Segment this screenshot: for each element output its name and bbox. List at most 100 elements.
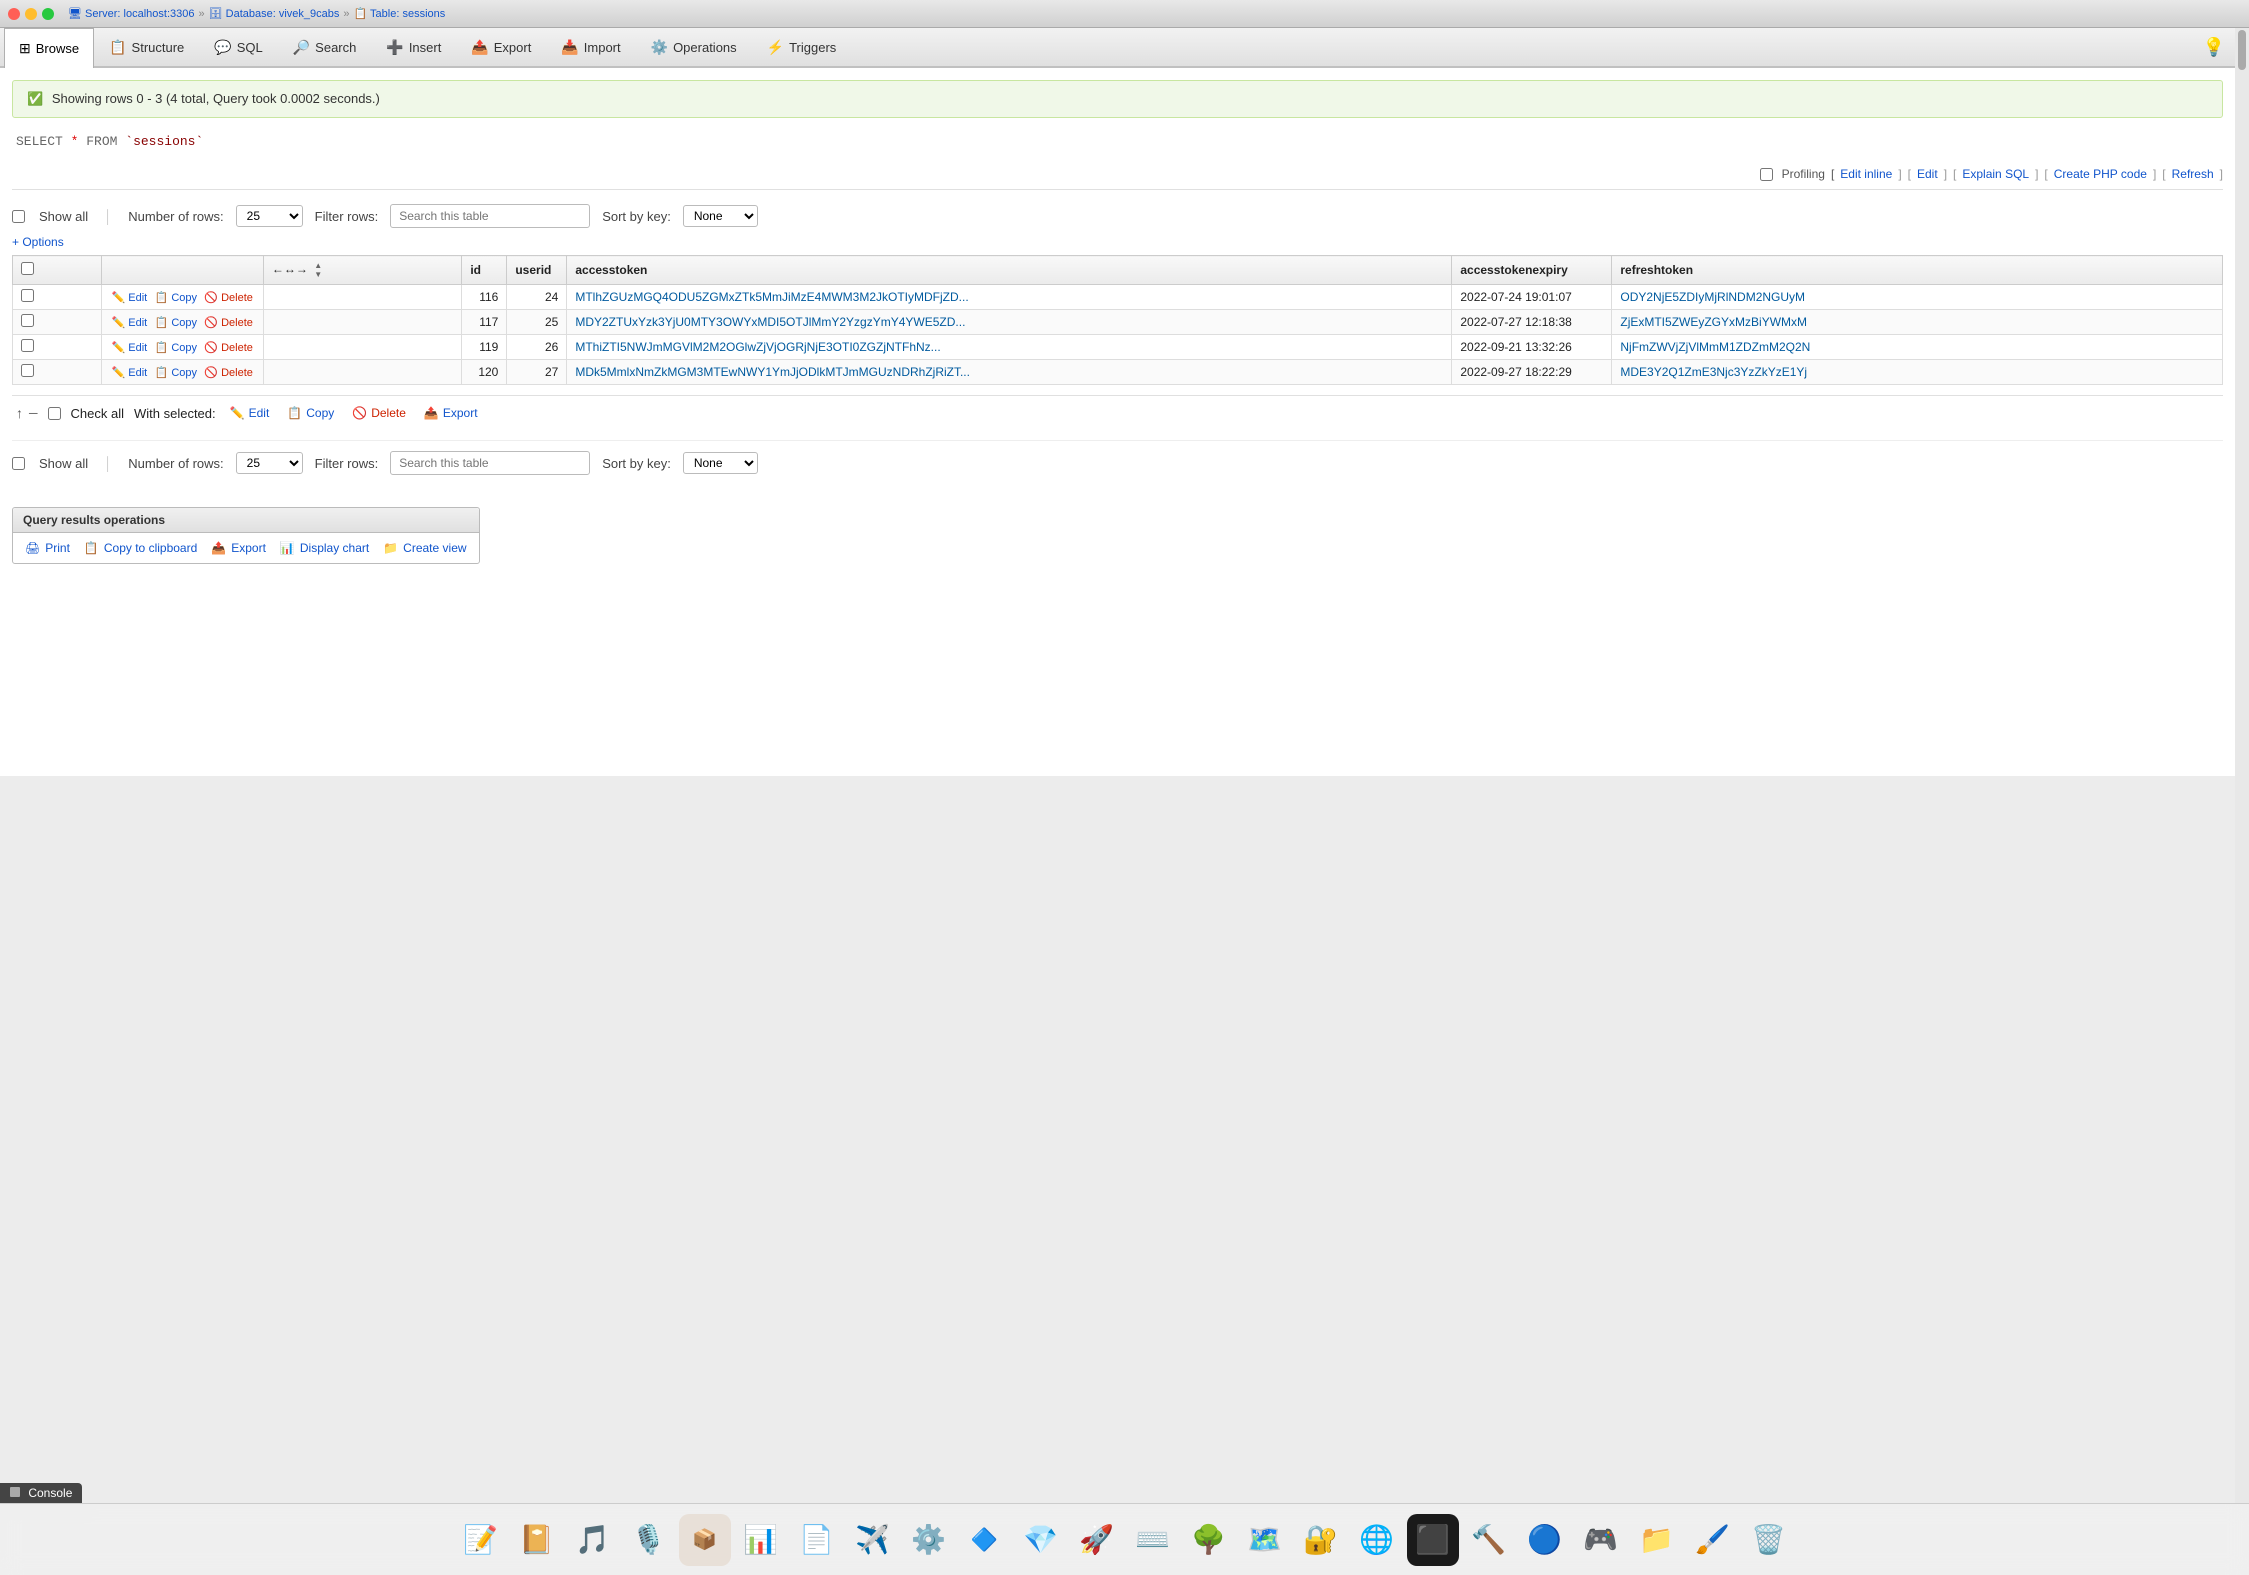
profiling-php-link[interactable]: Create PHP code — [2054, 167, 2147, 181]
th-userid[interactable]: userid — [507, 256, 567, 285]
check-all-checkbox-bottom[interactable] — [48, 407, 61, 420]
dock-maps[interactable]: 🗺️ — [1239, 1514, 1291, 1566]
dock-pages[interactable]: 📄 — [791, 1514, 843, 1566]
console-bar[interactable]: Console — [0, 1483, 82, 1503]
filter-input-top[interactable] — [390, 204, 590, 228]
tab-sql[interactable]: 💬 SQL — [199, 28, 277, 66]
with-selected-export-btn[interactable]: 📤 Export — [420, 404, 482, 422]
dock-notes[interactable]: 📔 — [511, 1514, 563, 1566]
sort-select-top[interactable]: None — [683, 205, 758, 227]
check-all-button[interactable]: ↑ ─ — [16, 405, 38, 421]
dock-vscode[interactable]: 🔵 — [1519, 1514, 1571, 1566]
dock-pixelmator[interactable]: 🖌️ — [1687, 1514, 1739, 1566]
breadcrumb-database[interactable]: 🗄 Database: vivek_9cabs — [209, 7, 340, 20]
row-selector-cell — [263, 285, 461, 310]
dock-terminal[interactable]: ⬛ — [1407, 1514, 1459, 1566]
row-edit-link[interactable]: ✏️ Edit — [112, 367, 148, 379]
th-sort[interactable]: ←↔→ ▲▼ — [263, 256, 461, 285]
show-all-checkbox-top[interactable] — [12, 210, 25, 223]
options-link[interactable]: + Options — [12, 235, 64, 249]
dock-testflight[interactable]: ✈️ — [847, 1514, 899, 1566]
dock-sourcetree[interactable]: 🌳 — [1183, 1514, 1235, 1566]
row-expiry-cell: 2022-09-27 18:22:29 — [1452, 360, 1612, 385]
filter-rows-label-top: Filter rows: — [315, 209, 379, 224]
sort-select-bottom[interactable]: None — [683, 452, 758, 474]
row-copy-link[interactable]: 📋 Copy — [155, 342, 197, 354]
dock-finder[interactable]: 📁 — [1631, 1514, 1683, 1566]
th-refreshtoken[interactable]: refreshtoken — [1612, 256, 2223, 285]
row-edit-link[interactable]: ✏️ Edit — [112, 317, 148, 329]
row-checkbox[interactable] — [21, 364, 34, 377]
tab-structure[interactable]: 📋 Structure — [94, 28, 199, 66]
tab-operations[interactable]: ⚙️ Operations — [636, 28, 752, 66]
show-all-checkbox-bottom[interactable] — [12, 457, 25, 470]
row-copy-link[interactable]: 📋 Copy — [155, 367, 197, 379]
dock-music[interactable]: 🎵 — [567, 1514, 619, 1566]
row-delete-link[interactable]: 🚫 Delete — [204, 292, 253, 304]
th-accesstokenexpiry[interactable]: accesstokenexpiry — [1452, 256, 1612, 285]
dock-trash[interactable]: 🗑️ — [1743, 1514, 1795, 1566]
with-selected-edit-btn[interactable]: ✏️ Edit — [226, 404, 274, 422]
tab-browse[interactable]: ⊞ Browse — [4, 28, 94, 68]
rows-select-top[interactable]: 25 50 100 — [236, 205, 303, 227]
qro-create-view-btn[interactable]: 📁 Create view — [383, 541, 466, 555]
check-all-label: Check all — [71, 406, 124, 421]
breadcrumb-table[interactable]: 📋 Table: sessions — [354, 7, 446, 20]
row-delete-link[interactable]: 🚫 Delete — [204, 317, 253, 329]
row-delete-link[interactable]: 🚫 Delete — [204, 342, 253, 354]
maximize-window-button[interactable] — [42, 8, 54, 20]
dock-transmit[interactable]: 🚀 — [1071, 1514, 1123, 1566]
edit-icon: ✏️ — [230, 406, 245, 420]
profiling-edit-link[interactable]: Edit — [1917, 167, 1938, 181]
th-id[interactable]: id — [462, 256, 507, 285]
qro-export-btn[interactable]: 📤 Export — [211, 541, 266, 555]
dock-chrome[interactable]: 🌐 — [1351, 1514, 1403, 1566]
dock-settings[interactable]: ⚙️ — [903, 1514, 955, 1566]
row-checkbox[interactable] — [21, 289, 34, 302]
row-copy-link[interactable]: 📋 Copy — [155, 317, 197, 329]
row-edit-link[interactable]: ✏️ Edit — [112, 342, 148, 354]
dock-instruments[interactable]: 🔨 — [1463, 1514, 1515, 1566]
row-checkbox[interactable] — [21, 314, 34, 327]
copy-clipboard-icon: 📋 — [84, 541, 99, 555]
tab-search[interactable]: 🔎 Search — [278, 28, 372, 66]
dock-rubymine[interactable]: 💎 — [1015, 1514, 1067, 1566]
profiling-sep-4: [ — [1953, 167, 1956, 181]
dock-steam[interactable]: 🎮 — [1575, 1514, 1627, 1566]
with-selected-copy-btn[interactable]: 📋 Copy — [283, 404, 338, 422]
profiling-checkbox[interactable] — [1760, 168, 1773, 181]
row-checkbox[interactable] — [21, 339, 34, 352]
dock-canister[interactable]: 📦 — [679, 1514, 731, 1566]
tab-import[interactable]: 📥 Import — [546, 28, 635, 66]
dock-reminders[interactable]: 📝 — [455, 1514, 507, 1566]
qro-export-label: Export — [231, 541, 266, 555]
row-edit-link[interactable]: ✏️ Edit — [112, 292, 148, 304]
help-bulb-icon[interactable]: 💡 — [2203, 37, 2225, 58]
tab-insert[interactable]: ➕ Insert — [371, 28, 456, 66]
tab-triggers[interactable]: ⚡ Triggers — [752, 28, 852, 66]
qro-print-btn[interactable]: 🖨 Print — [25, 541, 70, 555]
tab-export[interactable]: 📤 Export — [456, 28, 546, 66]
dock-blender[interactable]: 🔷 — [959, 1514, 1011, 1566]
qro-title: Query results operations — [23, 513, 165, 527]
row-delete-link[interactable]: 🚫 Delete — [204, 367, 253, 379]
dock-shortcuts[interactable]: ⌨️ — [1127, 1514, 1179, 1566]
dock-openvpn[interactable]: 🔐 — [1295, 1514, 1347, 1566]
profiling-edit-inline-link[interactable]: Edit inline — [1840, 167, 1892, 181]
close-window-button[interactable] — [8, 8, 20, 20]
filter-input-bottom[interactable] — [390, 451, 590, 475]
rows-select-bottom[interactable]: 25 50 100 — [236, 452, 303, 474]
with-selected-delete-btn[interactable]: 🚫 Delete — [348, 404, 410, 422]
qro-display-chart-btn[interactable]: 📊 Display chart — [280, 541, 369, 555]
right-scrollbar[interactable] — [2235, 28, 2249, 1503]
qro-copy-clipboard-btn[interactable]: 📋 Copy to clipboard — [84, 541, 197, 555]
profiling-refresh-link[interactable]: Refresh — [2172, 167, 2214, 181]
minimize-window-button[interactable] — [25, 8, 37, 20]
dock-podcasts[interactable]: 🎙️ — [623, 1514, 675, 1566]
breadcrumb-server[interactable]: 🖥 Server: localhost:3306 — [68, 7, 194, 20]
select-all-checkbox[interactable] — [21, 262, 34, 275]
row-copy-link[interactable]: 📋 Copy — [155, 292, 197, 304]
th-accesstoken[interactable]: accesstoken — [567, 256, 1452, 285]
dock-numbers[interactable]: 📊 — [735, 1514, 787, 1566]
profiling-explain-link[interactable]: Explain SQL — [1962, 167, 2029, 181]
